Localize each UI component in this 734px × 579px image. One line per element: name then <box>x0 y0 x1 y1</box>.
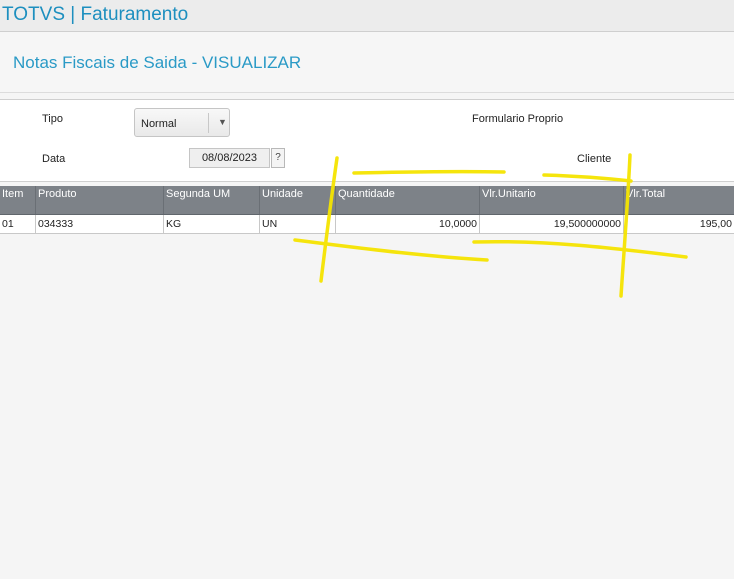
cell-item[interactable]: 01 <box>0 215 36 233</box>
column-header-quantidade[interactable]: Quantidade <box>336 186 480 214</box>
grid-header: Item Produto Segunda UM Unidade Quantida… <box>0 186 734 215</box>
cell-produto[interactable]: 034333 <box>36 215 164 233</box>
page-header: Notas Fiscais de Saida - VISUALIZAR <box>0 32 734 93</box>
column-header-unidade[interactable]: Unidade <box>260 186 336 214</box>
column-header-item[interactable]: Item <box>0 186 36 214</box>
column-header-segunda-um[interactable]: Segunda UM <box>164 186 260 214</box>
tipo-select[interactable]: Normal ▼ <box>134 108 230 137</box>
cell-segunda-um[interactable]: KG <box>164 215 260 233</box>
top-bar: TOTVS | Faturamento <box>0 0 734 32</box>
data-label: Data <box>42 153 66 165</box>
app-title: TOTVS | Faturamento <box>2 4 189 25</box>
items-grid: Item Produto Segunda UM Unidade Quantida… <box>0 186 734 234</box>
page-title: Notas Fiscais de Saida - VISUALIZAR <box>13 53 302 72</box>
tipo-select-value: Normal <box>141 118 177 130</box>
cliente-label: Cliente <box>577 153 612 165</box>
annotation-stroke <box>472 239 688 259</box>
cell-vlr-unitario[interactable]: 19,500000000 <box>480 215 624 233</box>
data-field[interactable]: 08/08/2023 <box>189 148 270 168</box>
chevron-down-icon[interactable]: ▼ <box>218 117 227 127</box>
form-panel: Tipo Normal ▼ Formulario Proprio Data 08… <box>0 99 734 182</box>
column-header-vlr-unitario[interactable]: Vlr.Unitario <box>480 186 624 214</box>
help-button[interactable]: ? <box>271 148 285 168</box>
column-header-produto[interactable]: Produto <box>36 186 164 214</box>
cell-vlr-total[interactable]: 195,00 <box>624 215 734 233</box>
column-header-vlr-total[interactable]: Vlr.Total <box>624 186 734 214</box>
cell-quantidade[interactable]: 10,0000 <box>336 215 480 233</box>
table-row[interactable]: 01 034333 KG UN 10,0000 19,500000000 195… <box>0 215 734 234</box>
tipo-label: Tipo <box>42 113 63 125</box>
select-divider <box>208 113 209 133</box>
annotation-stroke <box>293 238 489 262</box>
formulario-proprio-label: Formulario Proprio <box>472 113 564 125</box>
cell-unidade[interactable]: UN <box>260 215 336 233</box>
